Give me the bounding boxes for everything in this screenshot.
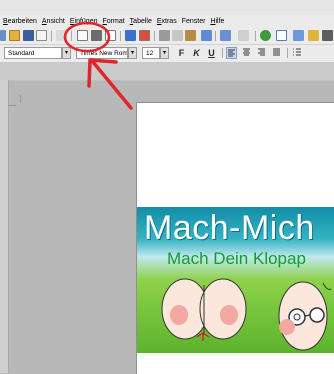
align-center-button[interactable]: [241, 47, 252, 59]
menu-bearbeiten[interactable]: Bearbeiten: [3, 18, 37, 25]
toolbar-separator: [287, 48, 288, 58]
format-paintbrush-icon[interactable]: [201, 30, 212, 41]
menu-extras[interactable]: Extras: [157, 18, 177, 25]
toolbar-separator: [120, 31, 121, 41]
banner-illustration: [161, 278, 332, 351]
font-size-combo[interactable]: 12: [142, 47, 160, 59]
cartoon-face: [278, 281, 332, 351]
export-pdf-icon[interactable]: [77, 30, 88, 41]
menu-fenster[interactable]: Fenster: [182, 18, 206, 25]
toolbar-separator: [255, 31, 256, 41]
menu-label: earbeiten: [7, 18, 37, 25]
spellcheck-icon[interactable]: [125, 30, 136, 41]
text-boundary-mark: [8, 105, 16, 106]
save-icon[interactable]: [23, 30, 34, 41]
page-preview-icon[interactable]: [105, 30, 116, 41]
paste-icon[interactable]: [185, 30, 196, 41]
menu-format[interactable]: Format: [102, 18, 124, 25]
banner-subtitle: Mach Dein Klopap: [167, 249, 306, 268]
justify-button[interactable]: [271, 47, 282, 59]
standard-toolbar: [0, 28, 334, 45]
table-icon[interactable]: [276, 30, 287, 41]
italic-button[interactable]: K: [191, 47, 202, 59]
edit-file-icon[interactable]: [56, 30, 67, 41]
menu-ansicht[interactable]: Ansicht: [42, 18, 65, 25]
menu-tabelle[interactable]: Tabelle: [130, 18, 152, 25]
align-right-button[interactable]: [256, 47, 267, 59]
paragraph-style-dropdown-arrow[interactable]: ▾: [62, 47, 71, 59]
toolbar-separator: [215, 31, 216, 41]
text-boundary-mark: [20, 95, 21, 103]
cut-icon[interactable]: [159, 30, 170, 41]
font-size-dropdown-arrow[interactable]: ▾: [160, 47, 169, 59]
align-left-button[interactable]: [226, 47, 237, 59]
cartoon-butt: [161, 278, 247, 341]
email-icon[interactable]: [36, 30, 47, 41]
underline-button[interactable]: U: [206, 47, 217, 59]
menu-label: ilfe: [215, 18, 225, 25]
window-title-strip: [0, 0, 334, 15]
banner-image: Mach-Mich Mach Dein Klopap: [137, 207, 334, 353]
toolbar-separator: [222, 48, 223, 58]
toolbar-separator: [154, 31, 155, 41]
menu-label: nsicht: [46, 18, 65, 25]
font-name-combo[interactable]: Times New Roman: [76, 47, 128, 59]
menu-einfuegen[interactable]: Einfügen: [70, 18, 98, 25]
copy-icon[interactable]: [172, 30, 183, 41]
menu-label: infügen: [74, 18, 98, 25]
formatting-toolbar: Standard ▾ Times New Roman ▾ 12 ▾ F K U: [0, 45, 334, 63]
menu-label: ormat: [106, 18, 125, 25]
hyperlink-icon[interactable]: [260, 30, 271, 41]
toolbar-separator: [51, 31, 52, 41]
new-document-icon[interactable]: [0, 30, 6, 41]
document-page[interactable]: Mach-Mich Mach Dein Klopap: [136, 102, 334, 374]
gallery-icon[interactable]: [322, 30, 333, 41]
ruler-area: [0, 63, 334, 81]
vertical-ruler: [0, 80, 9, 373]
autospellcheck-icon[interactable]: [139, 30, 150, 41]
navigator-icon[interactable]: [308, 30, 319, 41]
redo-icon[interactable]: [238, 30, 249, 41]
bold-button[interactable]: F: [176, 47, 187, 59]
menu-hilfe[interactable]: Hilfe: [210, 18, 224, 25]
draw-functions-icon[interactable]: [293, 30, 304, 41]
open-folder-icon[interactable]: [9, 30, 20, 41]
menu-bar: Bearbeiten Ansicht Einfügen Format Tabel…: [0, 15, 334, 28]
undo-icon[interactable]: [220, 30, 231, 41]
banner-title: Mach-Mich: [144, 209, 315, 247]
toolbar-separator: [71, 31, 72, 41]
font-name-dropdown-arrow[interactable]: ▾: [128, 47, 137, 59]
numbering-button[interactable]: [291, 47, 302, 59]
menu-label: Fenster: [181, 18, 206, 25]
paragraph-style-combo[interactable]: Standard: [4, 47, 62, 59]
menu-label: xtras: [161, 18, 177, 25]
menu-label: abelle: [133, 18, 152, 25]
print-icon[interactable]: [91, 30, 102, 41]
